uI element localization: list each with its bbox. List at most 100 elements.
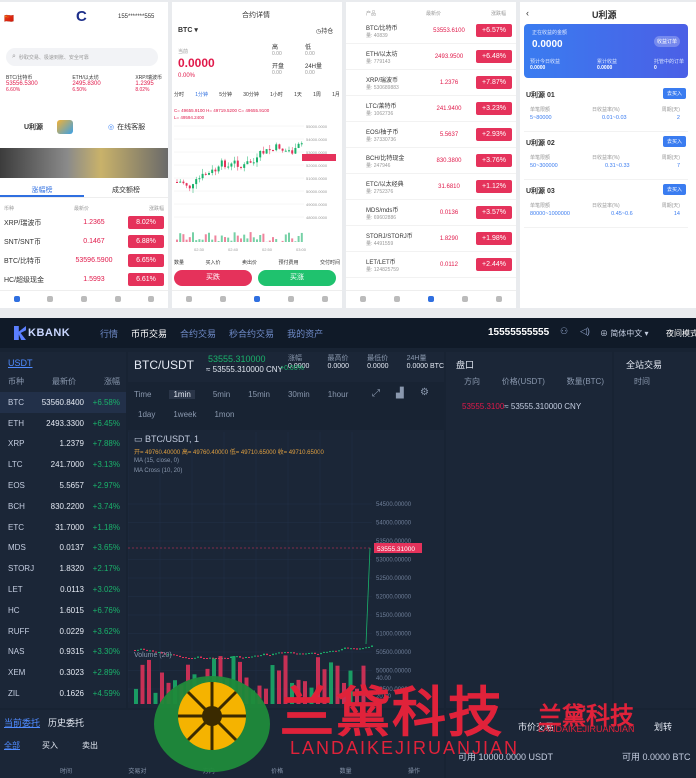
filter-sell[interactable]: 卖出 bbox=[82, 740, 98, 751]
tab-profile-icon[interactable] bbox=[322, 296, 328, 303]
tab-profile-icon[interactable] bbox=[148, 296, 155, 303]
volume-bar bbox=[233, 232, 236, 242]
nav-spot[interactable]: 币币交易 bbox=[131, 327, 167, 340]
hold-button[interactable]: ◷持仓 bbox=[316, 26, 333, 35]
market-row[interactable]: BTC 53560.8400 +6.58% bbox=[0, 392, 126, 413]
sell-button[interactable]: 买跌 bbox=[174, 270, 252, 286]
pair-selector[interactable]: BTC ▾ bbox=[178, 26, 198, 34]
list-item[interactable]: LTC/莱特币 量: 1062736 241.9400 +3.23% bbox=[346, 96, 516, 122]
market-row[interactable]: XEM 0.3023 +2.89% bbox=[0, 662, 126, 683]
tab-current-orders[interactable]: 当前委托 bbox=[4, 716, 40, 729]
tab-assets-icon[interactable] bbox=[288, 296, 294, 303]
market-row[interactable]: LET 0.0113 +3.02% bbox=[0, 579, 126, 600]
list-item[interactable]: LET/LET币 量: 124825759 0.0112 +2.44% bbox=[346, 252, 516, 278]
market-row[interactable]: HC 1.6015 +6.76% bbox=[0, 600, 126, 621]
list-item[interactable]: SNT/SNT币 0.1467 6.88% bbox=[0, 232, 168, 251]
list-item[interactable]: BTC/比特币 量: 40839 53553.6100 +6.57% bbox=[346, 18, 516, 44]
tab-trade-icon[interactable] bbox=[80, 296, 87, 303]
filter-buy[interactable]: 买入 bbox=[42, 740, 58, 751]
back-icon[interactable]: ‹ bbox=[526, 8, 529, 18]
market-row[interactable]: MDS 0.0137 +3.65% bbox=[0, 538, 126, 559]
market-row[interactable]: ETC 31.7000 +1.18% bbox=[0, 517, 126, 538]
tf-1hour[interactable]: 1hour bbox=[328, 390, 348, 399]
transfer-link[interactable]: 划转 bbox=[654, 720, 672, 733]
nav-market[interactable]: 行情 bbox=[100, 327, 118, 340]
nav-second-contract[interactable]: 秒合约交易 bbox=[229, 327, 274, 340]
filter-all[interactable]: 全部 bbox=[4, 740, 20, 751]
indicator-icon[interactable]: ▟ bbox=[396, 388, 404, 399]
market-row[interactable]: NAS 0.9315 +3.30% bbox=[0, 642, 126, 663]
tab-market-icon[interactable] bbox=[47, 296, 54, 303]
nav-contract[interactable]: 合约交易 bbox=[180, 327, 216, 340]
tf-15min[interactable]: 15min bbox=[248, 390, 270, 399]
buy-button[interactable]: 买涨 bbox=[258, 270, 336, 286]
tf-30min[interactable]: 30min bbox=[288, 390, 310, 399]
flag-icon[interactable]: 🇨🇳 bbox=[4, 14, 14, 23]
user-phone[interactable]: 15555555555 bbox=[488, 327, 549, 338]
tab-market-icon[interactable] bbox=[220, 296, 226, 303]
tab-assets-icon[interactable] bbox=[114, 296, 121, 303]
buy-plan-button[interactable]: 去买入 bbox=[662, 88, 686, 99]
tf-1week[interactable]: 1week bbox=[173, 410, 196, 419]
user-icon[interactable]: ⚇ bbox=[560, 326, 568, 337]
list-item[interactable]: ETH/以太坊 量: 779143 2493.9500 +6.48% bbox=[346, 44, 516, 70]
market-row[interactable]: XRP 1.2379 +7.88% bbox=[0, 434, 126, 455]
tab-usdt[interactable]: USDT bbox=[8, 358, 33, 368]
nav-assets[interactable]: 我的资产 bbox=[287, 327, 323, 340]
promo-banner[interactable] bbox=[0, 148, 168, 178]
buy-plan-button[interactable]: 去买入 bbox=[662, 184, 686, 195]
tab-history-orders[interactable]: 历史委托 bbox=[48, 716, 84, 729]
tab-home-icon[interactable] bbox=[13, 296, 20, 303]
tab-volume[interactable]: 成交额榜 bbox=[84, 182, 168, 197]
tf-5min[interactable]: 5min bbox=[213, 390, 230, 399]
candle bbox=[191, 658, 193, 659]
tf-1min[interactable]: 1min bbox=[169, 390, 195, 399]
search-input[interactable]: 秒取交易、极速到账、安全可靠 bbox=[19, 54, 89, 61]
list-item[interactable]: STORJ/STORJ币 量: 4491559 1.8290 +1.98% bbox=[346, 226, 516, 252]
mini-kline-chart[interactable]: 55000.000054000.000053000.000052000.0000… bbox=[174, 122, 340, 254]
list-item[interactable]: EOS/柚子币 量: 37330736 5.5637 +2.93% bbox=[346, 122, 516, 148]
list-item[interactable]: HC/超级现金 1.5993 6.61% bbox=[0, 270, 168, 289]
list-item[interactable]: XRP/瑞波币 量: 530689883 1.2376 +7.87% bbox=[346, 70, 516, 96]
ticker-item[interactable]: ETH/以太坊 2495.8300 6.50% bbox=[72, 74, 100, 93]
fullscreen-icon[interactable]: ⤢ bbox=[372, 388, 380, 399]
tab-home-icon[interactable] bbox=[186, 296, 192, 303]
brand-logo[interactable]: KBANK bbox=[14, 323, 80, 343]
ticker-item[interactable]: BTC/比特币 53556.5300 6.60% bbox=[6, 74, 38, 93]
gear-icon[interactable]: ⚙ bbox=[420, 387, 429, 398]
market-row[interactable]: BCH 830.2200 +3.74% bbox=[0, 496, 126, 517]
list-item[interactable]: BTC/比特币 53596.5900 6.65% bbox=[0, 251, 168, 270]
market-row[interactable]: EOS 5.5657 +2.97% bbox=[0, 475, 126, 496]
tf-time[interactable]: Time bbox=[134, 390, 151, 399]
list-item[interactable]: ETC/以太经典 量: 2752376 31.6810 +1.12% bbox=[346, 174, 516, 200]
market-row[interactable]: LTC 241.7000 +3.13% bbox=[0, 454, 126, 475]
market-row[interactable]: ZIL 0.1626 +4.59% bbox=[0, 683, 126, 704]
market-order-tab[interactable]: 市价交易 bbox=[518, 720, 554, 733]
buy-plan-button[interactable]: 去买入 bbox=[662, 136, 686, 147]
online-service[interactable]: ◎ 在线客服 bbox=[108, 122, 145, 132]
market-row[interactable]: ETH 2493.3300 +6.45% bbox=[0, 413, 126, 434]
language-select[interactable]: ⊕ 简体中文 ▾ bbox=[600, 328, 648, 339]
tab-market-icon[interactable] bbox=[394, 296, 400, 303]
market-row[interactable]: RUFF 0.0229 +3.62% bbox=[0, 621, 126, 642]
tab-trade-icon[interactable] bbox=[254, 296, 260, 303]
tf-1day[interactable]: 1day bbox=[138, 410, 155, 419]
earning-orders-button[interactable]: 收益订单 bbox=[654, 36, 681, 47]
tab-trade-icon[interactable] bbox=[428, 296, 434, 303]
list-item[interactable]: MDS/mds币 量: 69602886 0.0136 +3.57% bbox=[346, 200, 516, 226]
list-item[interactable]: BCH/比特现金 量: 247946 830.3800 +3.76% bbox=[346, 148, 516, 174]
sound-icon[interactable]: ◁) bbox=[580, 326, 590, 337]
tab-home-icon[interactable] bbox=[360, 296, 366, 303]
phone-number[interactable]: 155*******555 bbox=[118, 14, 154, 20]
kline-chart[interactable]: 54500.0000054000.0000053500.0000053000.0… bbox=[128, 432, 444, 708]
list-item[interactable]: XRP/瑞波币 1.2365 8.02% bbox=[0, 213, 168, 232]
tab-gainers[interactable]: 涨幅榜 bbox=[0, 182, 84, 197]
tab-assets-icon[interactable] bbox=[462, 296, 468, 303]
night-mode-toggle[interactable]: 夜间模式 bbox=[666, 328, 696, 339]
tab-profile-icon[interactable] bbox=[496, 296, 502, 303]
market-row[interactable]: STORJ 1.8320 +2.17% bbox=[0, 558, 126, 579]
u-profit-entry[interactable]: U利源 bbox=[24, 120, 74, 134]
ticker-item[interactable]: XRP/瑞波币 1.2395 8.02% bbox=[135, 74, 162, 93]
tf-1mon[interactable]: 1mon bbox=[214, 410, 234, 419]
search-bar[interactable]: ⌕ 秒取交易、极速到账、安全可靠 bbox=[6, 48, 158, 66]
